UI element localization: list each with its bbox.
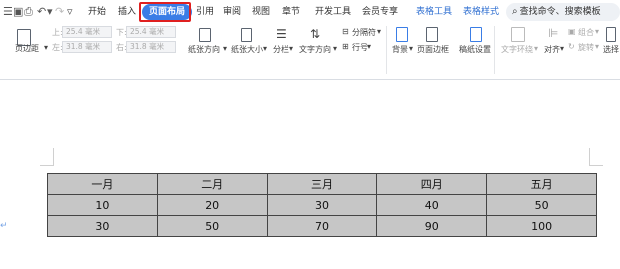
paragraph-mark-icon: ↵ xyxy=(0,221,8,231)
paper-size-dropdown-icon: ▾ xyxy=(263,44,268,53)
data-table[interactable]: 一月 二月 三月 四月 五月 10 20 30 40 50 30 50 70 9… xyxy=(47,173,597,237)
line-numbers-label: 行号 xyxy=(352,43,368,52)
columns-dropdown-icon: ▾ xyxy=(289,44,294,53)
tab-insert[interactable]: 插入 xyxy=(118,4,136,20)
ribbon-separator xyxy=(386,26,387,74)
background-icon xyxy=(396,27,408,42)
margin-corner-mark xyxy=(589,165,603,166)
save-icon[interactable]: ▣ xyxy=(13,5,23,19)
margins-label: 页边距 xyxy=(15,44,39,53)
select-icon xyxy=(606,27,616,42)
align-dropdown-icon: ▾ xyxy=(560,44,565,53)
right-margin-field[interactable]: 31.8 毫米 xyxy=(126,41,176,53)
orientation-label: 纸张方向 xyxy=(188,45,220,54)
redo-icon[interactable]: ↷ xyxy=(55,5,64,19)
tab-section[interactable]: 章节 xyxy=(282,4,300,20)
table-cell[interactable]: 20 xyxy=(156,194,268,216)
page-border-label: 页面边框 xyxy=(417,45,449,54)
table-cell[interactable]: 90 xyxy=(376,215,488,237)
margin-corner-mark xyxy=(53,148,54,165)
line-numbers-dropdown-icon: ▾ xyxy=(367,42,372,51)
table-row: 10 20 30 40 50 xyxy=(47,194,597,216)
tab-review[interactable]: 审阅 xyxy=(223,4,241,20)
undo-dropdown-icon[interactable]: ▾ xyxy=(47,5,53,19)
text-direction-label: 文字方向 xyxy=(299,45,331,54)
paper-size-icon xyxy=(241,28,252,42)
breaks-label: 分隔符 xyxy=(352,28,376,37)
table-header-cell[interactable]: 二月 xyxy=(156,173,268,195)
columns-label: 分栏 xyxy=(273,45,289,54)
paper-settings-label: 稿纸设置 xyxy=(459,45,491,54)
table-cell[interactable]: 70 xyxy=(266,215,378,237)
tab-view[interactable]: 视图 xyxy=(252,4,270,20)
align-label: 对齐 xyxy=(544,45,560,54)
print-preview-icon[interactable]: ⎙ xyxy=(24,5,33,19)
table-header-cell[interactable]: 五月 xyxy=(486,173,597,195)
text-wrap-dropdown-icon: ▾ xyxy=(534,44,539,53)
table-header-cell[interactable]: 四月 xyxy=(376,173,488,195)
group-icon: ▣ xyxy=(568,27,576,36)
line-numbers-icon: ⊞ xyxy=(342,42,349,51)
search-box[interactable]: ⌕ 查找命令、搜索模板 xyxy=(506,3,620,21)
table-cell[interactable]: 100 xyxy=(486,215,597,237)
tab-developer[interactable]: 开发工具 xyxy=(315,4,351,20)
highlight-box xyxy=(139,2,191,22)
table-row: 30 50 70 90 100 xyxy=(47,215,597,237)
bottom-margin-field[interactable]: 25.4 毫米 xyxy=(126,26,176,38)
text-direction-icon: ⇅ xyxy=(310,27,321,41)
tab-references[interactable]: 引用 xyxy=(196,4,214,20)
tab-home[interactable]: 开始 xyxy=(88,4,106,20)
rotate-dropdown-icon: ▾ xyxy=(595,42,600,51)
table-cell[interactable]: 50 xyxy=(486,194,597,216)
text-wrap-label: 文字环绕 xyxy=(501,45,533,54)
table-cell[interactable]: 10 xyxy=(47,194,158,216)
top-margin-field[interactable]: 25.4 毫米 xyxy=(62,26,112,38)
breaks-dropdown-icon: ▾ xyxy=(377,27,382,36)
tab-table-tools[interactable]: 表格工具 xyxy=(416,4,452,20)
table-cell[interactable]: 40 xyxy=(376,194,488,216)
table-cell[interactable]: 30 xyxy=(266,194,378,216)
tab-member[interactable]: 会员专享 xyxy=(362,4,398,20)
rotate-label: 旋转 xyxy=(578,43,594,52)
menu-tab-bar: ☰ ▣ ⎙ ↶ ▾ ↷ ▿ 开始 插入 页面布局 引用 审阅 视图 章节 开发工… xyxy=(0,0,620,24)
text-wrap-icon xyxy=(511,27,525,42)
columns-icon: ☰ xyxy=(276,27,287,41)
ribbon-toolbar: 页边距 ▾ 上: 25.4 毫米 下: 25.4 毫米 左: 31.8 毫米 右… xyxy=(0,24,620,80)
table-header-cell[interactable]: 一月 xyxy=(47,173,158,195)
search-label: 查找命令、搜索模板 xyxy=(519,7,601,17)
orientation-dropdown-icon: ▾ xyxy=(223,44,228,53)
table-header-cell[interactable]: 三月 xyxy=(266,173,378,195)
table-row: 一月 二月 三月 四月 五月 xyxy=(47,173,597,195)
table-cell[interactable]: 30 xyxy=(47,215,158,237)
background-dropdown-icon: ▾ xyxy=(409,44,414,53)
margin-corner-mark xyxy=(40,165,54,166)
margin-corner-mark xyxy=(589,148,590,165)
quick-access-more-icon[interactable]: ▿ xyxy=(67,5,73,19)
ribbon-separator xyxy=(494,26,495,74)
table-cell[interactable]: 50 xyxy=(156,215,268,237)
undo-icon[interactable]: ↶ xyxy=(37,5,46,19)
group-label: 组合 xyxy=(578,28,594,37)
page-border-icon xyxy=(426,27,438,42)
align-icon: ⊫ xyxy=(548,26,559,40)
document-area[interactable]: ↵ 一月 二月 三月 四月 五月 10 20 30 40 50 30 50 70… xyxy=(0,81,620,269)
paper-size-label: 纸张大小 xyxy=(231,45,263,54)
search-icon: ⌕ xyxy=(512,6,518,17)
text-direction-dropdown-icon: ▾ xyxy=(333,44,338,53)
paper-settings-icon xyxy=(470,27,482,42)
background-label: 背景 xyxy=(392,45,408,54)
menu-icon[interactable]: ☰ xyxy=(3,5,13,19)
tab-table-style[interactable]: 表格样式 xyxy=(463,4,499,20)
left-margin-field[interactable]: 31.8 毫米 xyxy=(62,41,112,53)
select-label: 选择 xyxy=(603,45,619,54)
rotate-icon: ↻ xyxy=(568,42,575,51)
page-orientation-icon xyxy=(199,28,211,42)
breaks-icon: ⊟ xyxy=(342,27,349,36)
group-dropdown-icon: ▾ xyxy=(595,27,600,36)
margins-dropdown-icon: ▾ xyxy=(44,43,49,52)
